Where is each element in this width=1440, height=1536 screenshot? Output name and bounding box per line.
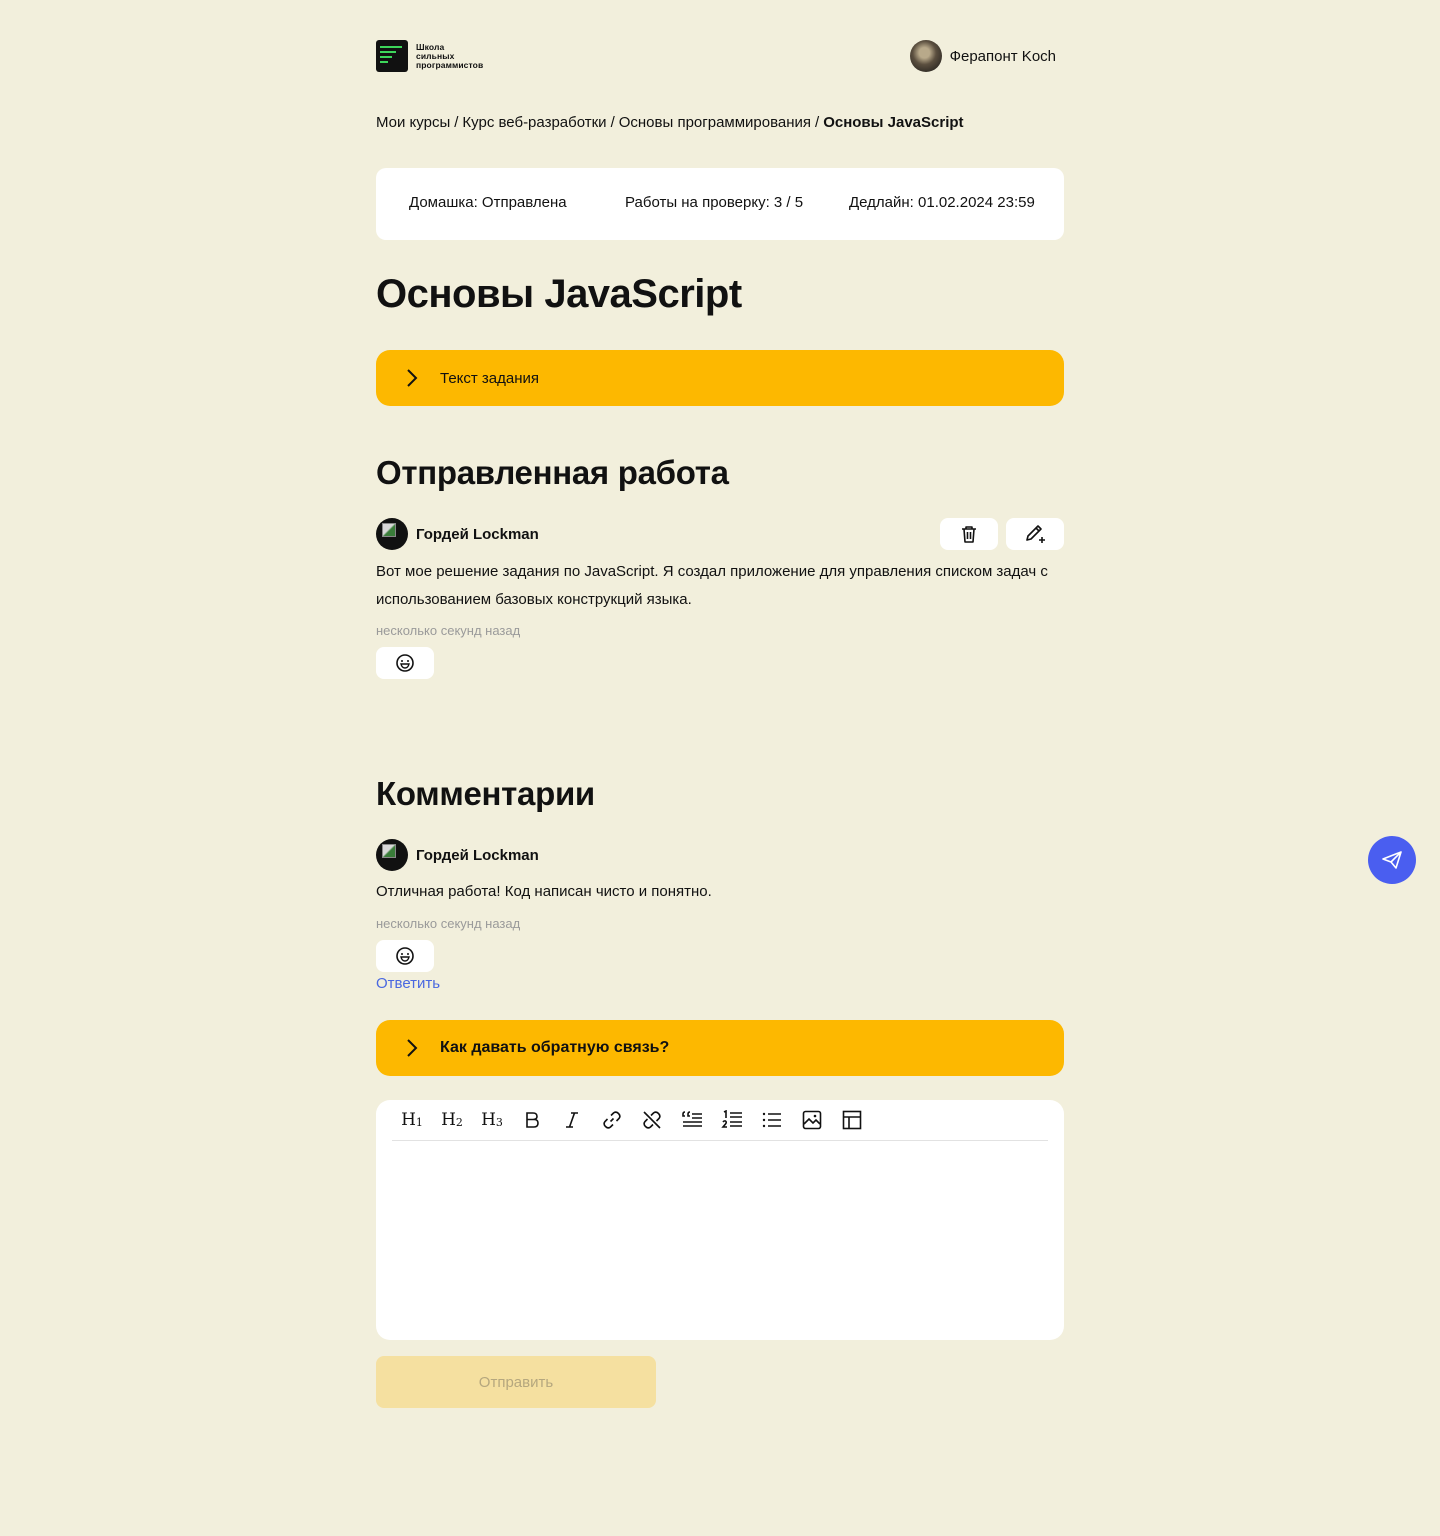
heading2-button[interactable]: H2 bbox=[432, 1108, 472, 1132]
feedback-guide-accordion[interactable]: Как давать обратную связь? bbox=[376, 1020, 1064, 1076]
avatar bbox=[376, 518, 408, 550]
breadcrumb-link-programming-basics[interactable]: Основы программирования bbox=[619, 114, 811, 131]
avatar bbox=[909, 40, 942, 72]
ordered-list-button[interactable] bbox=[712, 1108, 752, 1132]
ordered-list-icon bbox=[721, 1110, 742, 1128]
page-title: Основы JavaScript bbox=[376, 272, 742, 316]
logo-icon bbox=[376, 40, 408, 72]
italic-icon bbox=[566, 1112, 578, 1128]
reviews-count: Работы на проверку: 3 / 5 bbox=[625, 194, 804, 211]
homework-status: Домашка: Отправлена bbox=[409, 194, 567, 211]
image-icon bbox=[802, 1110, 822, 1130]
smiley-icon bbox=[396, 947, 414, 965]
link-button[interactable] bbox=[592, 1108, 632, 1132]
editor-toolbar: H1 H2 H3 bbox=[392, 1108, 1048, 1141]
author-name: Гордей Lockman bbox=[416, 846, 539, 864]
avatar bbox=[376, 839, 408, 871]
reaction-button[interactable] bbox=[376, 940, 434, 972]
heading1-icon: H1 bbox=[401, 1110, 423, 1130]
heading3-button[interactable]: H3 bbox=[472, 1108, 512, 1132]
comment-time: несколько секунд назад bbox=[376, 916, 521, 931]
reply-link[interactable]: Ответить bbox=[376, 975, 440, 992]
heading3-icon: H3 bbox=[481, 1110, 503, 1130]
italic-button[interactable] bbox=[552, 1108, 592, 1132]
breadcrumb-separator: / bbox=[815, 114, 820, 131]
heading2-icon: H2 bbox=[441, 1110, 463, 1130]
comment-text: Отличная работа! Код написан чисто и пон… bbox=[376, 883, 712, 900]
comment-editor: H1 H2 H3 bbox=[376, 1100, 1064, 1340]
author-name: Гордей Lockman bbox=[416, 525, 539, 543]
submit-button[interactable]: Отправить bbox=[376, 1356, 656, 1408]
table-icon bbox=[842, 1110, 862, 1130]
comments-heading: Комментарии bbox=[376, 775, 595, 812]
accordion-label: Текст задания bbox=[440, 369, 540, 387]
user-menu[interactable]: Ферапонт Koch bbox=[909, 40, 1056, 72]
breadcrumb-link-my-courses[interactable]: Мои курсы bbox=[376, 114, 450, 131]
task-text-accordion[interactable]: Текст задания bbox=[376, 350, 1064, 406]
quote-icon bbox=[682, 1111, 702, 1127]
breadcrumb-separator: / bbox=[454, 114, 459, 131]
header: Школа сильных программистов Ферапонт Koc… bbox=[376, 40, 1064, 72]
table-button[interactable] bbox=[832, 1108, 872, 1132]
breadcrumb-separator: / bbox=[610, 114, 615, 131]
status-card: Домашка: Отправлена Работы на проверку: … bbox=[376, 168, 1064, 240]
submission-author: Гордей Lockman bbox=[376, 518, 539, 550]
chevron-right-icon bbox=[407, 369, 418, 387]
bullet-list-button[interactable] bbox=[752, 1108, 792, 1132]
telegram-send-button[interactable] bbox=[1368, 836, 1416, 884]
comment-author: Гордей Lockman bbox=[376, 839, 539, 871]
bullet-list-icon bbox=[762, 1112, 781, 1128]
bold-button[interactable] bbox=[512, 1108, 552, 1132]
breadcrumb-link-web-course[interactable]: Курс веб-разработки bbox=[462, 114, 606, 131]
logo-text: Школа сильных программистов bbox=[416, 42, 484, 70]
unlink-icon bbox=[643, 1111, 661, 1129]
heading1-button[interactable]: H1 bbox=[392, 1108, 432, 1132]
trash-icon bbox=[962, 526, 976, 543]
delete-button[interactable] bbox=[940, 518, 998, 550]
quote-button[interactable] bbox=[672, 1108, 712, 1132]
paper-plane-icon bbox=[1382, 851, 1402, 869]
breadcrumb-current: Основы JavaScript bbox=[823, 114, 964, 131]
reaction-button[interactable] bbox=[376, 647, 434, 679]
breadcrumb: Мои курсы / Курс веб-разработки / Основы про… bbox=[376, 114, 964, 131]
user-name: Ферапонт Koch bbox=[949, 47, 1056, 65]
deadline: Дедлайн: 01.02.2024 23:59 bbox=[849, 194, 1035, 211]
logo[interactable]: Школа сильных программистов bbox=[376, 40, 483, 72]
image-button[interactable] bbox=[792, 1108, 832, 1132]
editor-textarea[interactable] bbox=[392, 1144, 1048, 1328]
link-icon bbox=[603, 1111, 621, 1129]
unlink-button[interactable] bbox=[632, 1108, 672, 1132]
submission-time: несколько секунд назад bbox=[376, 623, 521, 638]
submission-text: Вот мое решение задания по JavaScript. Я… bbox=[376, 563, 1048, 608]
bold-icon bbox=[526, 1112, 539, 1128]
smiley-icon bbox=[396, 654, 414, 672]
chevron-right-icon bbox=[407, 1039, 418, 1057]
logo-line: программистов bbox=[416, 59, 484, 70]
submission-heading: Отправленная работа bbox=[376, 454, 729, 491]
edit-button[interactable] bbox=[1006, 518, 1064, 550]
accordion-label: Как давать обратную связь? bbox=[440, 1039, 670, 1056]
edit-pencil-icon bbox=[1026, 525, 1045, 543]
